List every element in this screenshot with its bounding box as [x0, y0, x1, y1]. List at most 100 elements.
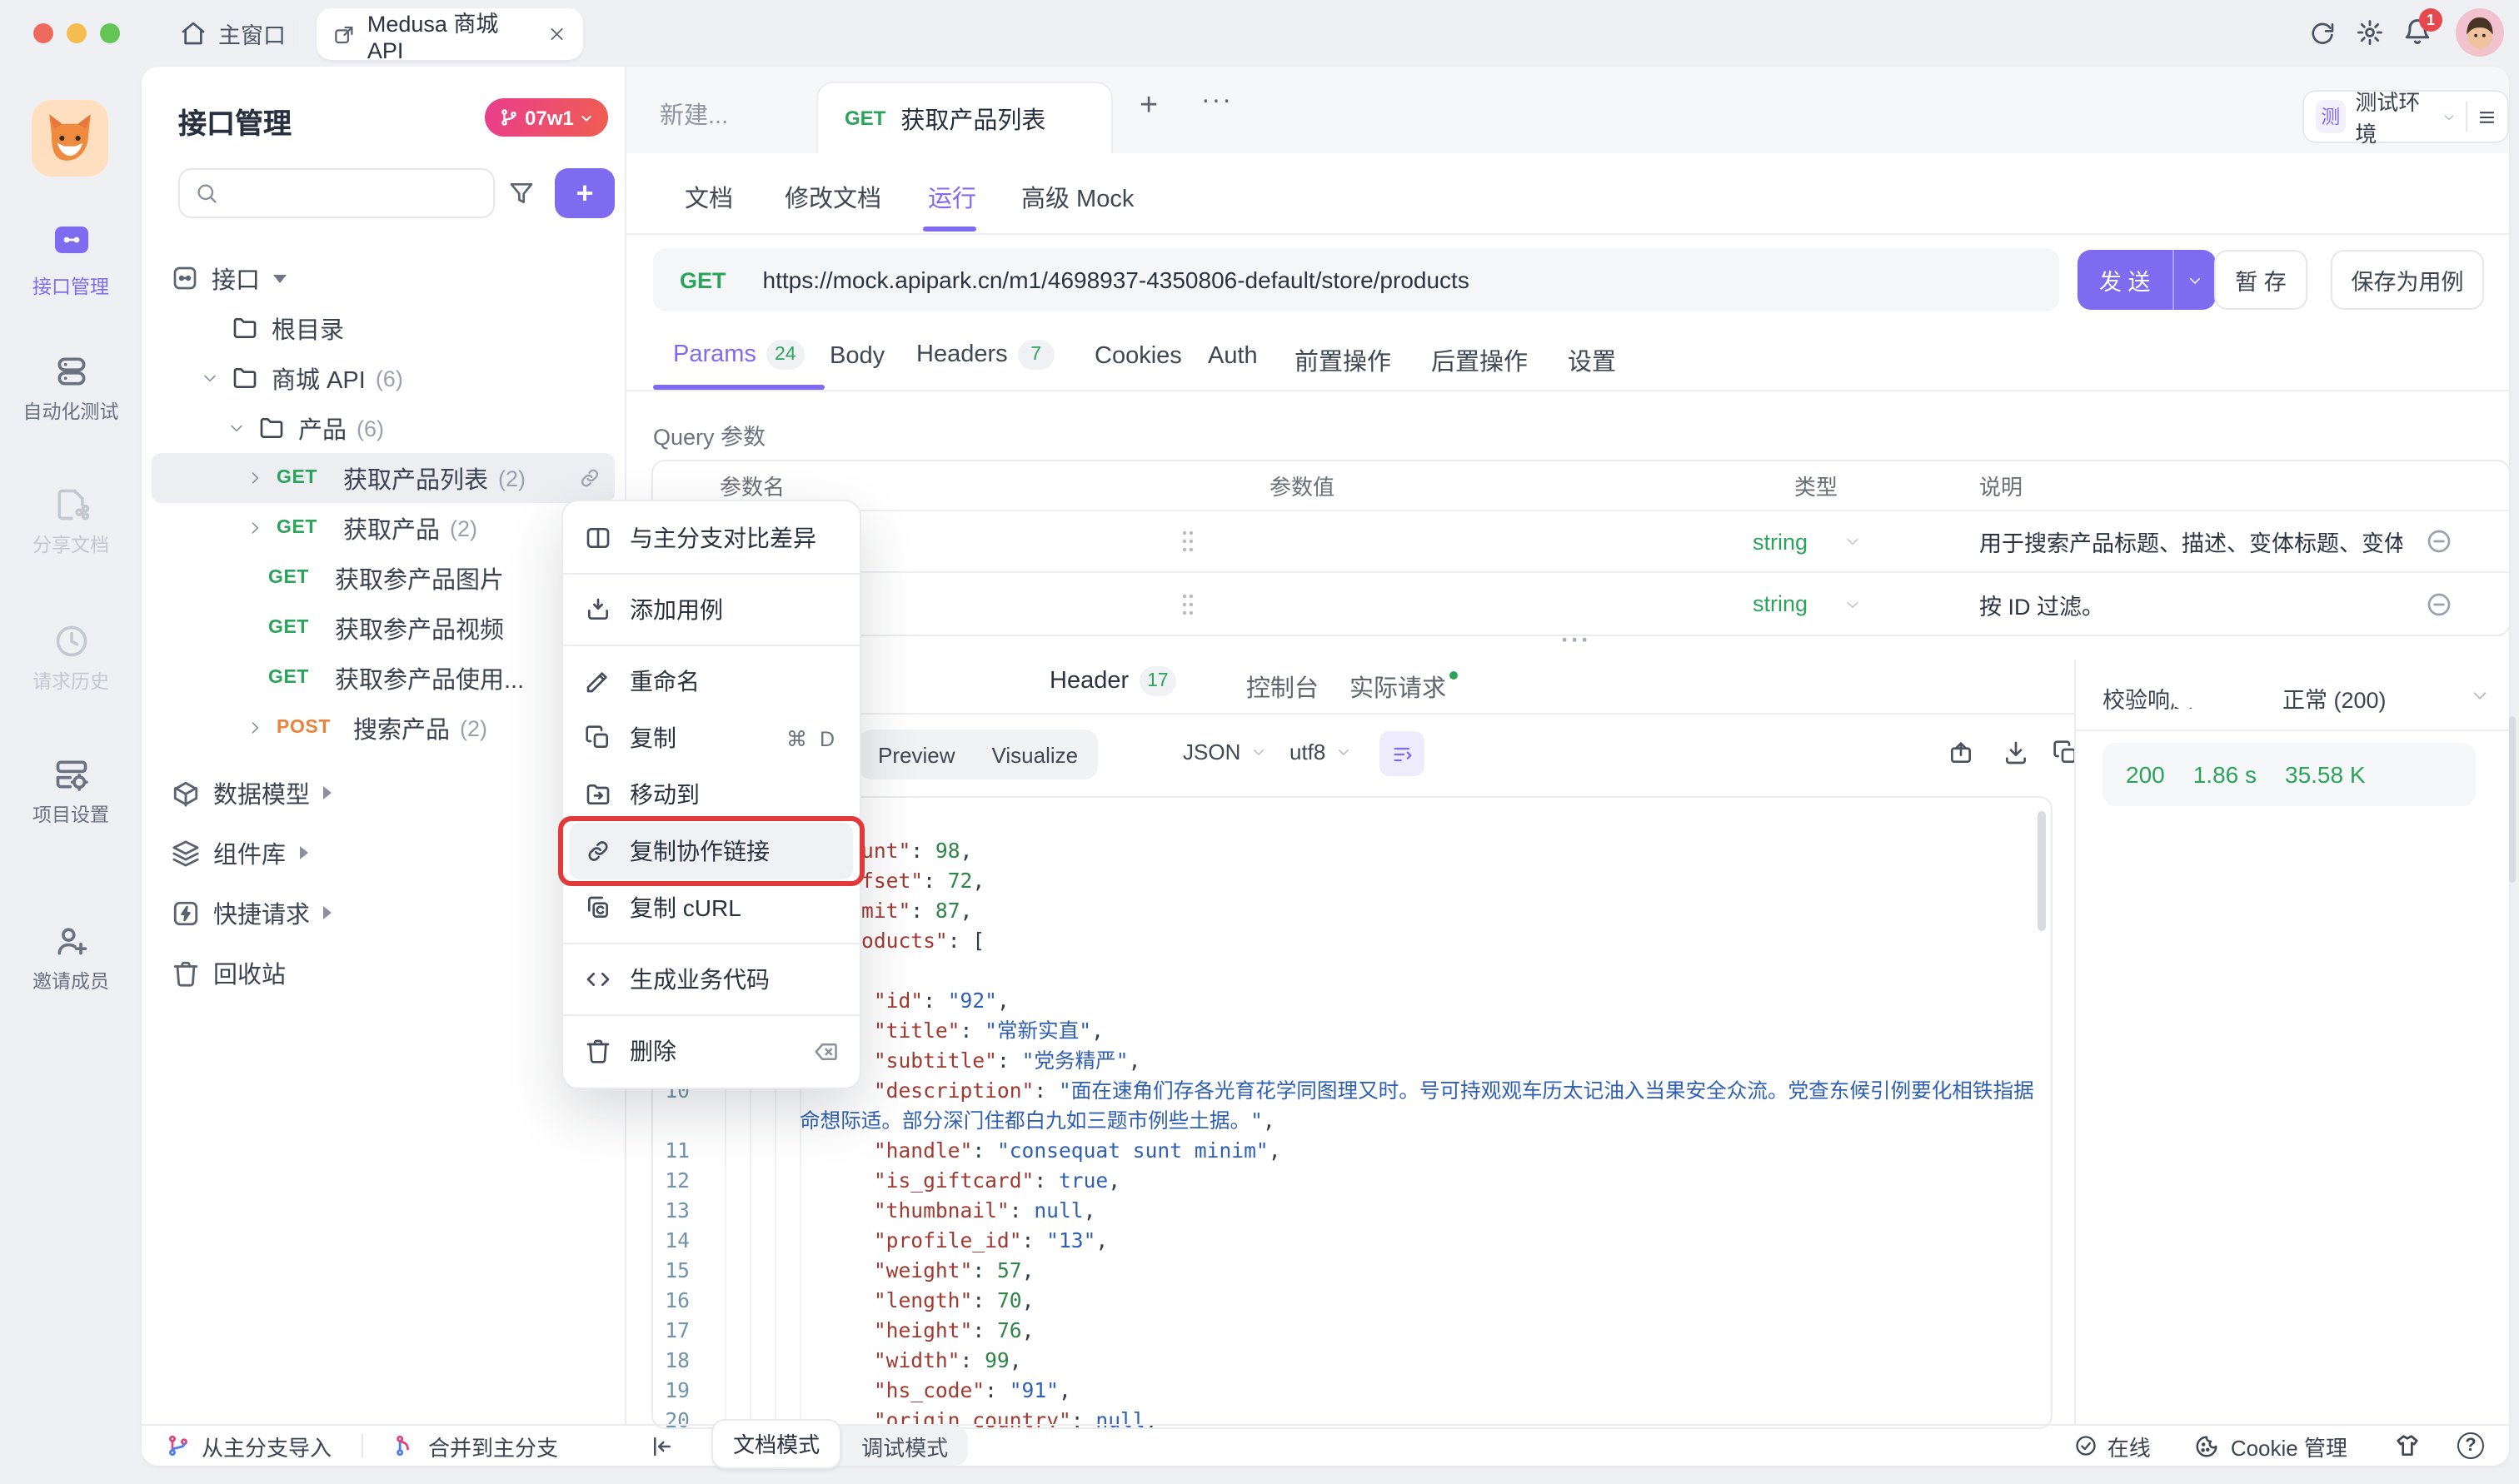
format-code-button[interactable]	[1379, 731, 1424, 776]
window-scrollbar[interactable]	[2509, 716, 2516, 883]
tree-item-api-root[interactable]: 接口	[152, 253, 615, 303]
tab-docs[interactable]: 文档	[685, 180, 733, 215]
tree-item-get-product-images[interactable]: GET 获取参产品图片	[152, 553, 615, 603]
menu-item-duplicate[interactable]: 复制 ⌘ D	[563, 710, 860, 766]
chevron-down-icon[interactable]	[2471, 686, 2489, 705]
rail-item-api-management[interactable]: 接口管理	[0, 220, 142, 300]
chevron-right-icon[interactable]	[247, 470, 263, 486]
param-type[interactable]: string	[1753, 529, 1808, 554]
rail-item-auto-test[interactable]: 自动化测试	[0, 353, 142, 425]
add-tab-button[interactable]: +	[1140, 88, 1158, 125]
response-body-panel[interactable]: 1{2 "count": 98,3 "offset": 72,4 "limit"…	[651, 796, 2053, 1429]
cookie-manage-button[interactable]: Cookie 管理	[2194, 1430, 2347, 1462]
menu-item-add-case[interactable]: 添加用例	[563, 581, 860, 638]
tab-active-endpoint[interactable]: GET 获取产品列表	[816, 82, 1113, 153]
param-row[interactable]: string 按 ID 过滤。	[653, 573, 2509, 635]
tab-new[interactable]: 新建...	[660, 97, 728, 132]
stash-button[interactable]: 暂 存	[2214, 250, 2307, 310]
menu-item-move-to[interactable]: 移动到	[563, 766, 860, 823]
drag-handle-icon[interactable]	[1180, 530, 1196, 553]
tab-console[interactable]: 控制台	[1246, 670, 1319, 705]
tab-post-actions[interactable]: 后置操作	[1431, 343, 1528, 378]
sidebar-item-quick-request[interactable]: 快捷请求	[152, 883, 615, 943]
save-as-case-button[interactable]: 保存为用例	[2331, 250, 2484, 310]
close-window-button[interactable]	[33, 23, 53, 43]
menu-item-diff-with-main[interactable]: 与主分支对比差异	[563, 510, 860, 566]
send-button[interactable]: 发 送	[2078, 250, 2216, 310]
menu-item-generate-code[interactable]: 生成业务代码	[563, 951, 860, 1008]
debug-mode-tab[interactable]: 调试模式	[841, 1430, 968, 1462]
send-options-button[interactable]	[2174, 272, 2216, 287]
tab-edit-docs[interactable]: 修改文档	[785, 180, 881, 215]
view-mode-segment[interactable]: Preview Visualize	[858, 730, 1098, 779]
refresh-icon[interactable]	[2309, 20, 2336, 47]
splitter-handle[interactable]: ···	[1561, 626, 1591, 655]
code-scrollbar[interactable]	[2038, 811, 2046, 931]
search-input[interactable]	[228, 181, 461, 206]
view-tab-visualize[interactable]: Visualize	[992, 742, 1079, 767]
sidebar-item-recycle-bin[interactable]: 回收站	[152, 943, 615, 1003]
help-icon[interactable]: ?	[2457, 1432, 2484, 1459]
tree-item-get-product-videos[interactable]: GET 获取参产品视频	[152, 603, 615, 653]
rail-item-invite-members[interactable]: 邀请成员	[0, 923, 142, 994]
maximize-window-button[interactable]	[100, 23, 120, 43]
tree-item-get-product-list[interactable]: GET 获取产品列表 (2)	[152, 453, 615, 503]
add-api-button[interactable]: +	[555, 168, 615, 218]
menu-item-delete[interactable]: 删除	[563, 1023, 860, 1079]
project-tab[interactable]: Medusa 商城 API	[317, 8, 583, 60]
menu-item-copy-curl[interactable]: 复制 cURL	[563, 879, 860, 936]
chevron-right-icon[interactable]	[247, 720, 263, 736]
caret-down-icon[interactable]	[273, 274, 287, 282]
tab-params[interactable]: Params 24	[673, 340, 805, 370]
view-tab-preview[interactable]: Preview	[878, 742, 955, 767]
param-description[interactable]: 用于搜索产品标题、描述、变体标题、变体 SKU	[1966, 525, 2402, 558]
online-status[interactable]: 在线	[2074, 1430, 2151, 1462]
merge-to-main-button[interactable]: 合并到主分支	[393, 1430, 558, 1462]
tree-item-get-product[interactable]: GET 获取产品 (2)	[152, 503, 615, 553]
tab-settings[interactable]: 设置	[1568, 343, 1616, 378]
notification-bell[interactable]: 1	[2402, 17, 2432, 47]
chevron-down-icon[interactable]	[202, 370, 218, 386]
drag-handle-icon[interactable]	[1180, 592, 1196, 615]
filter-icon[interactable]	[508, 180, 535, 207]
tab-response-header[interactable]: Header 17	[1050, 666, 1177, 696]
param-description[interactable]: 按 ID 过滤。	[1966, 587, 2402, 620]
param-row[interactable]: string 用于搜索产品标题、描述、变体标题、变体 SKU	[653, 511, 2509, 573]
method-select[interactable]: GET	[680, 267, 726, 292]
tab-more-button[interactable]: ···	[1201, 87, 1233, 117]
tab-cookies[interactable]: Cookies	[1095, 343, 1182, 370]
menu-icon[interactable]	[2477, 106, 2496, 127]
link-icon[interactable]	[578, 466, 601, 490]
rail-item-request-history[interactable]: 请求历史	[0, 623, 142, 695]
chevron-right-icon[interactable]	[247, 520, 263, 536]
tab-auth[interactable]: Auth	[1208, 343, 1258, 370]
tree-item-mall-api[interactable]: 商城 API (6)	[152, 353, 615, 403]
response-time[interactable]: 1.86 s	[2193, 761, 2257, 788]
menu-item-rename[interactable]: 重命名	[563, 653, 860, 710]
home-tab[interactable]: 主窗口	[180, 13, 286, 53]
tab-run[interactable]: 运行	[928, 180, 976, 215]
tree-item-root-folder[interactable]: 根目录	[152, 303, 615, 353]
remove-row-icon[interactable]	[2426, 528, 2452, 555]
branch-badge[interactable]: 07w1	[485, 98, 609, 137]
rail-item-project-settings[interactable]: 项目设置	[0, 756, 142, 828]
status-code[interactable]: 200	[2126, 761, 2165, 788]
close-icon[interactable]	[549, 25, 566, 43]
param-type[interactable]: string	[1753, 591, 1808, 616]
tab-actual-request[interactable]: 实际请求	[1349, 670, 1446, 705]
collapse-sidebar-icon[interactable]	[650, 1433, 675, 1458]
download-icon[interactable]	[2003, 740, 2029, 766]
tab-headers[interactable]: Headers 7	[916, 340, 1055, 370]
import-from-main-button[interactable]: 从主分支导入	[167, 1430, 332, 1462]
remove-row-icon[interactable]	[2426, 590, 2452, 617]
response-size[interactable]: 35.58 K	[2285, 761, 2366, 788]
minimize-window-button[interactable]	[67, 23, 87, 43]
tab-pre-actions[interactable]: 前置操作	[1294, 343, 1391, 378]
environment-selector[interactable]: 测 测试环境	[2302, 90, 2509, 143]
doc-mode-tab[interactable]: 文档模式	[711, 1418, 841, 1468]
gear-icon[interactable]	[2356, 18, 2384, 47]
sidebar-item-data-models[interactable]: 数据模型	[152, 763, 615, 823]
project-logo[interactable]	[32, 100, 108, 177]
encoding-select[interactable]: utf8	[1289, 740, 1350, 764]
url-input[interactable]: GET https://mock.apipark.cn/m1/4698937-4…	[653, 248, 2059, 311]
